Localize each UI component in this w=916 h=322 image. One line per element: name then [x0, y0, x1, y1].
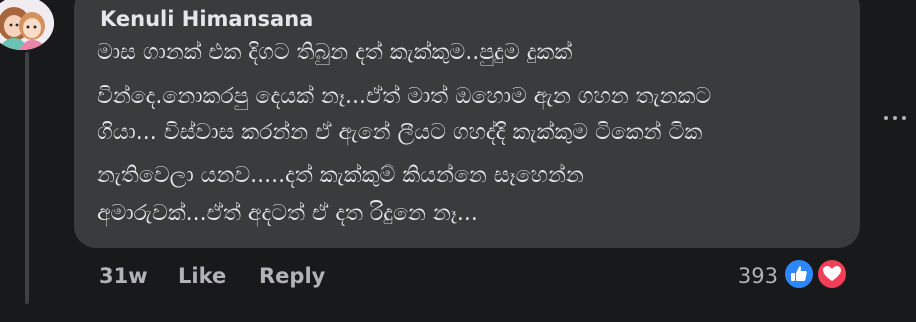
comment-author-name[interactable]: Kenuli Himansana: [100, 5, 313, 33]
love-reaction-icon[interactable]: [815, 257, 849, 291]
comment-text-line: ගියා... විස්වාස කරන්න ඒ ඇනේ ලීයට ගහද්දි …: [97, 120, 703, 145]
like-reaction-icon[interactable]: [782, 257, 816, 291]
like-button[interactable]: Like: [178, 262, 226, 290]
comment-text-line: මාස ගානක් එක දිගට තිබුන දත් කැක්කුම..පුද…: [97, 40, 573, 65]
comment-text-line: නැතිවෙලා යනව.....දත් කැක්කුම් කියන්නෙ සෑ…: [97, 163, 584, 188]
comment-text-line: අමාරුවක්...ඒත් අදටත් ඒ දත රිදුනෙ නෑ...: [97, 201, 478, 226]
comment-text-line: වින්දෙ.නොකරපු දෙයක් නෑ...ඒත් මාත් ඔහොම ඇ…: [97, 84, 712, 109]
more-options-icon[interactable]: [881, 108, 911, 128]
comment-timestamp[interactable]: 31w: [99, 262, 148, 290]
thumbs-up-icon: [791, 266, 807, 281]
thread-connector-line: [25, 52, 29, 304]
comment-thread: Kenuli Himansana මාස ගානක් එක දිගට තිබුන…: [0, 0, 916, 322]
heart-icon: [823, 266, 841, 281]
avatar[interactable]: [0, 0, 54, 50]
reply-button[interactable]: Reply: [259, 262, 325, 290]
reaction-count[interactable]: 393: [738, 262, 778, 290]
avatar-illustration-icon: [0, 0, 54, 50]
